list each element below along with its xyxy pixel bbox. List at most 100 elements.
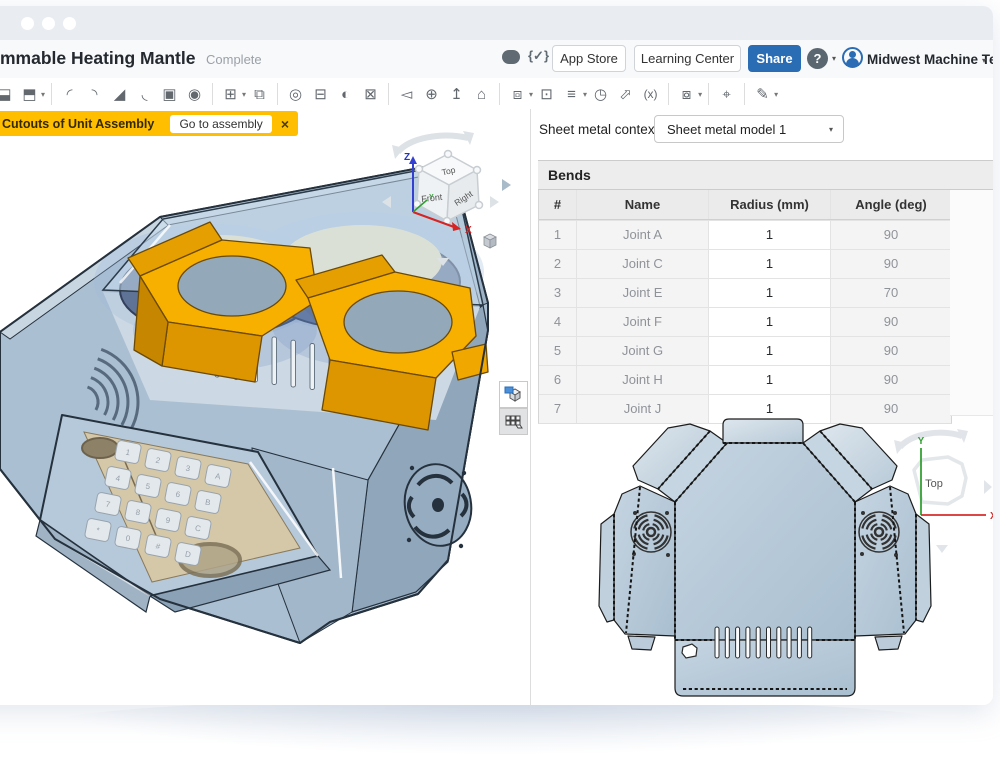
custom-features-icon-caret[interactable]: ▾ [774, 90, 778, 99]
pattern-icon[interactable]: ⊞ [218, 82, 243, 107]
document-title[interactable]: mmable Heating Mantle [0, 48, 195, 69]
keypad-key[interactable]: 1 [114, 440, 141, 464]
finish-part-icon[interactable]: ⌂ [469, 82, 494, 107]
view-cube[interactable]: Top Front Right Z X Y [381, 116, 501, 266]
toolbar-separator [744, 83, 745, 105]
shell-icon[interactable]: ⊟ [308, 82, 333, 107]
user-avatar[interactable] [842, 47, 863, 68]
bend-name: Joint C [577, 250, 709, 278]
bend-angle: 90 [831, 337, 951, 365]
learning-center-button[interactable]: Learning Center [634, 45, 741, 72]
split-icon[interactable]: ◐ [333, 82, 358, 107]
bend-angle: 90 [831, 221, 951, 249]
custom-features-icon[interactable]: ✎ [750, 82, 775, 107]
delete-face-icon[interactable]: ⊠ [358, 82, 383, 107]
help-icon[interactable]: ? [807, 48, 828, 69]
help-caret-icon[interactable]: ▾ [832, 54, 836, 63]
flat-pattern-view-toggle[interactable] [499, 408, 528, 435]
user-menu[interactable]: Midwest Machine Tech [867, 52, 993, 67]
keypad-key[interactable]: 2 [144, 448, 171, 472]
toolbar-separator [51, 83, 52, 105]
3d-viewport[interactable]: 123A 456B 789C *0#D [0, 109, 530, 705]
replace-face-icon[interactable]: ⊕ [419, 82, 444, 107]
versions-icon[interactable]: {✓} [528, 48, 549, 64]
comments-icon[interactable] [502, 50, 520, 64]
tab-icon[interactable]: ◟ [132, 82, 157, 107]
punch-icon[interactable]: ◉ [182, 82, 207, 107]
banner-close-icon[interactable]: × [281, 117, 289, 131]
toolbar-separator [708, 83, 709, 105]
window-dot[interactable] [42, 17, 55, 30]
flange-icon[interactable]: ◜ [57, 82, 82, 107]
panel-collapse-icon[interactable] [502, 179, 517, 191]
keypad-key[interactable]: 8 [124, 500, 151, 524]
keypad-key[interactable]: A [204, 464, 231, 488]
bend-radius-field[interactable]: 1 [709, 279, 831, 307]
overlap-icon[interactable]: ⊡ [534, 82, 559, 107]
window-dot[interactable] [21, 17, 34, 30]
svg-text:Top: Top [925, 478, 943, 490]
edge-strip-left [599, 514, 614, 622]
insert-menu-icon[interactable]: ⬒ [17, 82, 42, 107]
bend-radius-field[interactable]: 1 [709, 250, 831, 278]
bend-row: 4Joint F190 [539, 307, 951, 336]
keypad-key[interactable]: 7 [94, 492, 121, 516]
publish-icon[interactable]: ⬀ [613, 82, 638, 107]
history-icon[interactable]: ◷ [588, 82, 613, 107]
bend-radius-field[interactable]: 1 [709, 366, 831, 394]
tab-bottom-left [628, 636, 655, 650]
keypad-key[interactable]: 3 [174, 456, 201, 480]
mirror-icon[interactable]: ⧉ [247, 82, 272, 107]
flat-view-indicator[interactable]: Top Y X [885, 418, 993, 563]
keypad-key[interactable]: 6 [164, 482, 191, 506]
bend-row: 5Joint G190 [539, 336, 951, 365]
keypad-key[interactable]: D [174, 542, 201, 566]
pattern-icon-caret[interactable]: ▾ [242, 90, 246, 99]
keypad-key[interactable]: 4 [104, 466, 131, 490]
go-to-assembly-button[interactable]: Go to assembly [170, 115, 271, 133]
hem-icon[interactable]: ◝ [82, 82, 107, 107]
share-button[interactable]: Share [748, 45, 801, 72]
keypad-key[interactable]: 5 [134, 474, 161, 498]
tab-bottom-right [875, 636, 902, 650]
configurations-icon[interactable]: ≡ [559, 82, 584, 107]
derived-icon-caret[interactable]: ▾ [529, 90, 533, 99]
sheet-metal-context-dropdown[interactable]: Sheet metal model 1 ▾ [654, 115, 844, 143]
flat-rotate-arrows[interactable] [894, 429, 992, 553]
svg-text:X: X [465, 225, 472, 236]
sheet-metal-model-icon[interactable]: ⬓ [0, 82, 17, 107]
keypad-key[interactable]: 0 [114, 526, 141, 550]
keypad-key[interactable]: C [184, 516, 211, 540]
drawing-icon-caret[interactable]: ▾ [698, 90, 702, 99]
keypad-key[interactable]: B [194, 490, 221, 514]
window-dot[interactable] [63, 17, 76, 30]
toolbar-separator [499, 83, 500, 105]
bend-icon[interactable]: ◢ [107, 82, 132, 107]
bend-radius-field[interactable]: 1 [709, 337, 831, 365]
snapshot-icon[interactable]: ⌖ [714, 82, 739, 107]
context-banner: Cutouts of Unit Assembly Go to assembly … [0, 111, 298, 136]
bend-radius-field[interactable]: 1 [709, 221, 831, 249]
boolean-icon[interactable]: ◎ [283, 82, 308, 107]
bend-name: Joint E [577, 279, 709, 307]
view-cube-menu-icon[interactable] [484, 234, 496, 248]
variables-icon[interactable]: (x) [638, 82, 663, 107]
export-flat-icon[interactable]: ↥ [444, 82, 469, 107]
bend-name: Joint G [577, 337, 709, 365]
app-store-button[interactable]: App Store [552, 45, 626, 72]
side-panel-left [614, 486, 675, 636]
user-caret-icon[interactable]: ▾ [982, 56, 986, 65]
folded-view-toggle[interactable] [499, 381, 528, 408]
derived-icon[interactable]: ⧈ [505, 82, 530, 107]
move-face-icon[interactable]: ◅ [394, 82, 419, 107]
bend-radius-field[interactable]: 1 [709, 308, 831, 336]
keypad-key[interactable]: # [144, 534, 171, 558]
keypad-key[interactable]: 9 [154, 508, 181, 532]
window-controls[interactable] [21, 17, 76, 30]
configurations-icon-caret[interactable]: ▾ [583, 90, 587, 99]
corner-seam-icon[interactable]: ▣ [157, 82, 182, 107]
insert-menu-icon-caret[interactable]: ▾ [41, 90, 45, 99]
document-header: mmable Heating Mantle Complete {✓} App S… [0, 40, 993, 79]
keypad-key[interactable]: * [84, 518, 111, 542]
drawing-icon[interactable]: ⧇ [674, 82, 699, 107]
